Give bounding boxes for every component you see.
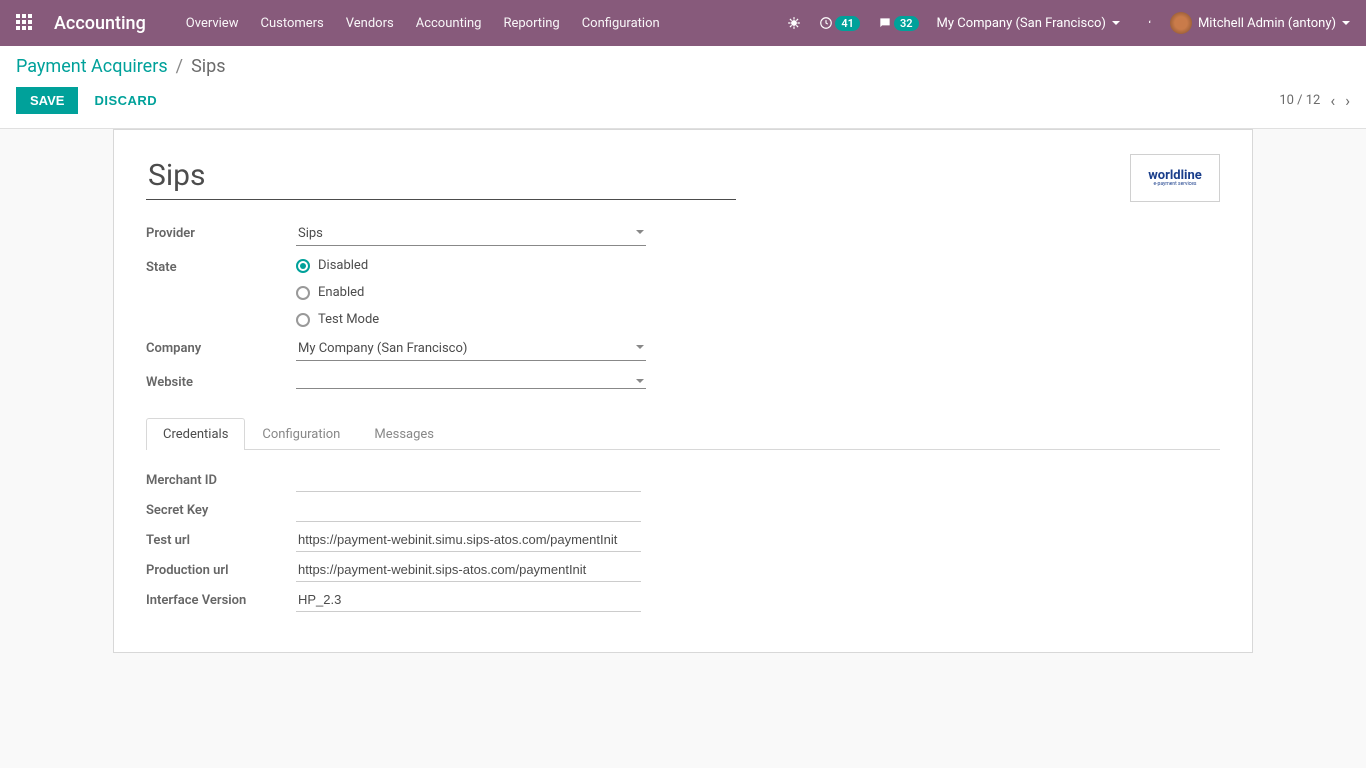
user-menu[interactable]: Mitchell Admin (antony) xyxy=(1170,12,1350,34)
sheet-wrap: worldline e-payment services Provider Si… xyxy=(0,129,1366,693)
menu-customers[interactable]: Customers xyxy=(260,16,323,31)
secret-key-label: Secret Key xyxy=(146,503,296,518)
user-name: Mitchell Admin (antony) xyxy=(1198,16,1336,31)
tab-configuration[interactable]: Configuration xyxy=(245,418,357,450)
app-brand: Accounting xyxy=(54,13,146,34)
discard-button[interactable]: DISCARD xyxy=(94,93,157,108)
menu-reporting[interactable]: Reporting xyxy=(503,16,559,31)
state-option-enabled[interactable]: Enabled xyxy=(296,285,646,300)
website-value xyxy=(296,371,646,389)
messages-icon[interactable]: 32 xyxy=(878,16,919,31)
prod-url-input[interactable] xyxy=(296,558,641,582)
apps-icon[interactable] xyxy=(16,14,34,32)
breadcrumb: Payment Acquirers / Sips xyxy=(16,56,1350,77)
logo-subtext: e-payment services xyxy=(1153,182,1196,187)
credentials-grid: Merchant ID Secret Key Test url Producti… xyxy=(146,468,1220,612)
merchant-id-input[interactable] xyxy=(296,468,641,492)
debug-icon[interactable] xyxy=(787,16,801,30)
menu-configuration[interactable]: Configuration xyxy=(582,16,660,31)
breadcrumb-row: Payment Acquirers / Sips xyxy=(0,46,1366,77)
provider-value: Sips xyxy=(296,222,646,246)
action-row: SAVE DISCARD 10 / 12 ‹ › xyxy=(0,77,1366,129)
activity-badge: 41 xyxy=(835,16,860,31)
form-grid: Provider Sips State Disabled Enabled Tes… xyxy=(146,222,1220,390)
website-label: Website xyxy=(146,371,296,390)
merchant-id-label: Merchant ID xyxy=(146,473,296,488)
breadcrumb-parent[interactable]: Payment Acquirers xyxy=(16,56,168,77)
save-button[interactable]: SAVE xyxy=(16,87,78,114)
company-name: My Company (San Francisco) xyxy=(937,16,1106,31)
caret-down-icon xyxy=(1342,21,1350,25)
radio-icon xyxy=(296,259,310,273)
tab-credentials[interactable]: Credentials xyxy=(146,418,245,450)
company-label: Company xyxy=(146,337,296,356)
menu-overview[interactable]: Overview xyxy=(186,16,239,31)
menu-vendors[interactable]: Vendors xyxy=(346,16,394,31)
pager-text[interactable]: 10 / 12 xyxy=(1279,93,1320,108)
state-option-test[interactable]: Test Mode xyxy=(296,312,646,327)
test-url-input[interactable] xyxy=(296,528,641,552)
radio-icon xyxy=(296,286,310,300)
topbar: Accounting Overview Customers Vendors Ac… xyxy=(0,0,1366,46)
provider-label: Provider xyxy=(146,222,296,241)
website-select[interactable] xyxy=(296,371,646,389)
state-option-disabled[interactable]: Disabled xyxy=(296,258,646,273)
sheet-top: worldline e-payment services xyxy=(146,154,1220,202)
menu-accounting[interactable]: Accounting xyxy=(416,16,482,31)
caret-down-icon xyxy=(1112,21,1120,25)
main-menu: Overview Customers Vendors Accounting Re… xyxy=(186,16,788,31)
nav-right: 41 32 My Company (San Francisco) Mitchel… xyxy=(787,12,1350,34)
provider-select[interactable]: Sips xyxy=(296,222,646,246)
title-input[interactable] xyxy=(146,154,736,200)
company-value: My Company (San Francisco) xyxy=(296,337,646,361)
interface-version-label: Interface Version xyxy=(146,593,296,608)
test-url-label: Test url xyxy=(146,533,296,548)
pager: 10 / 12 ‹ › xyxy=(1279,91,1350,110)
tabs: Credentials Configuration Messages xyxy=(146,418,1220,450)
state-label: State xyxy=(146,256,296,275)
interface-version-input[interactable] xyxy=(296,588,641,612)
breadcrumb-current: Sips xyxy=(191,56,225,77)
breadcrumb-separator: / xyxy=(176,56,183,77)
messages-badge: 32 xyxy=(894,16,919,31)
company-select[interactable]: My Company (San Francisco) xyxy=(296,337,646,361)
pager-prev-icon[interactable]: ‹ xyxy=(1330,91,1335,110)
secret-key-input[interactable] xyxy=(296,498,641,522)
tools-icon[interactable] xyxy=(1138,16,1152,30)
tab-messages[interactable]: Messages xyxy=(357,418,451,450)
radio-label: Disabled xyxy=(318,258,368,273)
radio-label: Enabled xyxy=(318,285,364,300)
radio-label: Test Mode xyxy=(318,312,379,327)
pager-next-icon[interactable]: › xyxy=(1345,91,1350,110)
state-radio-group: Disabled Enabled Test Mode xyxy=(296,256,646,327)
acquirer-logo[interactable]: worldline e-payment services xyxy=(1130,154,1220,202)
avatar xyxy=(1170,12,1192,34)
radio-icon xyxy=(296,313,310,327)
form-sheet: worldline e-payment services Provider Si… xyxy=(113,129,1253,653)
activity-icon[interactable]: 41 xyxy=(819,16,860,31)
company-switcher[interactable]: My Company (San Francisco) xyxy=(937,16,1120,31)
prod-url-label: Production url xyxy=(146,563,296,578)
